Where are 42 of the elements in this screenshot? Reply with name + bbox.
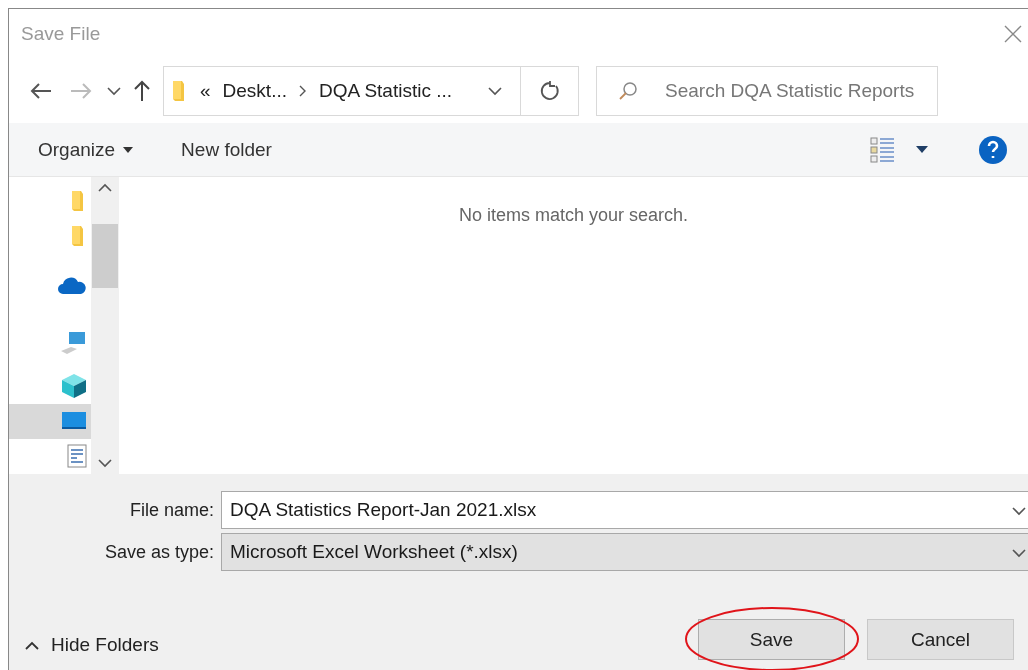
refresh-icon — [538, 80, 561, 102]
monitor-icon — [61, 411, 87, 432]
file-type-dropdown[interactable]: Microsoft Excel Worksheet (*.xlsx) — [221, 533, 1028, 571]
scrollbar[interactable] — [91, 177, 119, 474]
search-field[interactable]: Search DQA Statistic Reports — [596, 66, 938, 116]
scrollbar-thumb[interactable] — [92, 223, 118, 288]
cancel-button[interactable]: Cancel — [867, 619, 1014, 660]
back-arrow-icon — [30, 83, 52, 99]
scroll-down-icon — [98, 459, 112, 468]
up-arrow-icon — [134, 80, 150, 102]
caret-icon[interactable] — [916, 146, 928, 153]
chevron-up-icon — [25, 640, 39, 650]
chevron-right-icon — [299, 85, 307, 97]
help-icon[interactable] — [978, 134, 1008, 165]
address-bar[interactable]: « Deskt... DQA Statistic ... — [163, 66, 579, 116]
chevron-down-icon — [107, 86, 121, 96]
close-icon[interactable] — [1004, 25, 1022, 43]
forward-arrow-icon — [70, 83, 92, 99]
hide-folders-button[interactable]: Hide Folders — [25, 634, 159, 656]
empty-message: No items match your search. — [458, 205, 689, 227]
window-title: Save File — [21, 23, 101, 45]
dropdown-icon — [1012, 549, 1026, 558]
field-label: File name: — [128, 499, 215, 521]
computer-icon — [59, 331, 87, 356]
search-icon — [618, 81, 638, 101]
field-label: Save as type: — [103, 541, 215, 563]
document-icon — [67, 444, 87, 469]
view-list-icon[interactable] — [870, 136, 896, 163]
caret-icon — [123, 146, 134, 153]
breadcrumb[interactable]: Deskt... — [222, 80, 287, 102]
navigation-item[interactable] — [9, 403, 91, 439]
cloud-icon — [57, 276, 87, 295]
dropdown-icon — [488, 87, 502, 96]
overflow-chevron[interactable]: « — [200, 80, 211, 102]
scroll-up-icon — [98, 183, 112, 192]
save-button[interactable]: Save — [698, 619, 845, 660]
dropdown-icon — [1012, 507, 1026, 516]
file-name-field[interactable]: DQA Statistics Report-Jan 2021.xlsx — [221, 491, 1028, 529]
breadcrumb[interactable]: DQA Statistic ... — [319, 80, 453, 102]
cube-icon — [61, 372, 87, 399]
new-folder-button[interactable]: New folder — [181, 138, 272, 161]
organize-button[interactable]: Organize — [38, 138, 134, 161]
